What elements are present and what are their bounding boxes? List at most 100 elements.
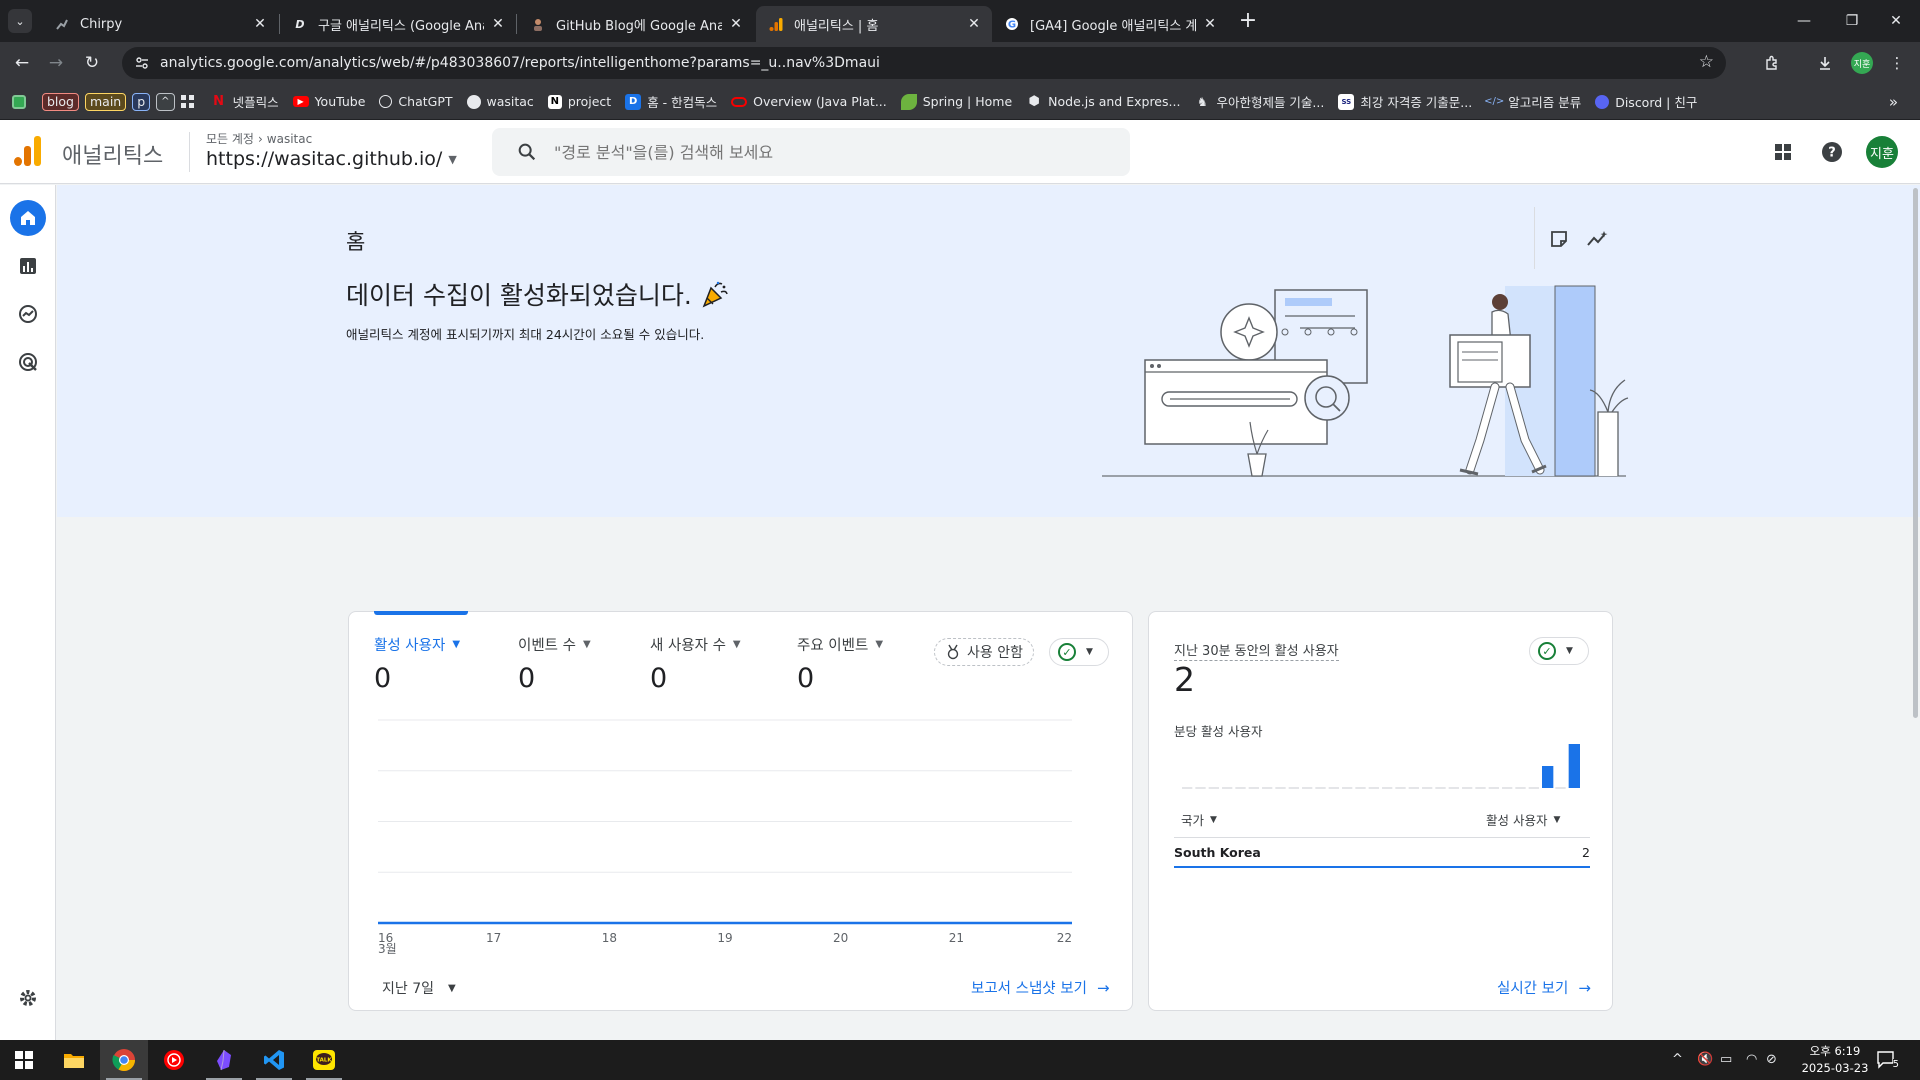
- customize-card-icon[interactable]: [1545, 225, 1573, 253]
- date-range-selector[interactable]: 지난 7일 ▼: [382, 978, 456, 998]
- close-window-icon[interactable]: ✕: [1872, 0, 1920, 42]
- bookmark-item[interactable]: D 홈 - 한컴독스: [625, 92, 717, 111]
- battery-icon[interactable]: ▭: [1720, 1052, 1732, 1067]
- new-tab-button[interactable]: +: [1234, 8, 1262, 36]
- banner-headline: 데이터 수집이 활성화되었습니다.: [346, 276, 730, 312]
- page-scrollbar[interactable]: [1913, 188, 1918, 718]
- taskbar-clock[interactable]: 오후 6:19 2025-03-23: [1790, 1043, 1880, 1077]
- metric-tab-new-users[interactable]: 새 사용자 수 ▼ 0: [650, 634, 741, 694]
- more-bookmarks-icon[interactable]: »: [1889, 93, 1898, 111]
- browser-tab-strip: ⌄ Chirpy ✕ D 구글 애널리틱스 (Google Anal ✕ Git…: [0, 0, 1920, 42]
- notification-center-icon[interactable]: 5: [1875, 1048, 1899, 1072]
- youtube-music-icon[interactable]: [150, 1040, 198, 1080]
- product-name[interactable]: 애널리틱스: [62, 138, 163, 170]
- tab-close-icon[interactable]: ✕: [966, 16, 982, 32]
- bookmark-item[interactable]: </> 알고리즘 분류: [1484, 92, 1581, 111]
- ga-logo-icon[interactable]: [14, 136, 42, 166]
- metric-tab-event-count[interactable]: 이벤트 수 ▼ 0: [518, 634, 591, 694]
- insight-chip[interactable]: 사용 안함: [934, 638, 1034, 666]
- forward-icon[interactable]: →: [42, 49, 70, 77]
- view-realtime-link[interactable]: 실시간 보기 →: [1497, 977, 1591, 998]
- restore-icon[interactable]: ❐: [1828, 0, 1876, 42]
- help-icon[interactable]: ?: [1818, 138, 1846, 166]
- bookmark-item[interactable]: ChatGPT: [379, 94, 453, 109]
- nav-explore-icon[interactable]: [10, 296, 46, 332]
- kakaotalk-icon[interactable]: TALK: [300, 1040, 348, 1080]
- bookmark-group-chip[interactable]: p: [132, 92, 151, 111]
- account-avatar[interactable]: 지훈: [1866, 136, 1898, 168]
- bookmark-item[interactable]: ▶ YouTube: [292, 94, 365, 109]
- browser-tab[interactable]: G [GA4] Google 애널리틱스 계층 ✕: [992, 6, 1228, 42]
- bookmarks-bar: blog main p ^ N 넷플릭스 ▶ YouTube ChatGPT was…: [0, 84, 1920, 120]
- column-header-country[interactable]: 국가 ▼: [1181, 810, 1217, 829]
- back-icon[interactable]: ←: [8, 49, 36, 77]
- tab-close-icon[interactable]: ✕: [728, 16, 744, 32]
- data-quality-chip[interactable]: ✓ ▼: [1049, 638, 1109, 666]
- wifi-icon[interactable]: ◠: [1746, 1052, 1757, 1067]
- browser-tab[interactable]: D 구글 애널리틱스 (Google Anal ✕: [280, 6, 516, 42]
- caret-down-icon: ▼: [582, 639, 591, 650]
- metric-tab-active-users[interactable]: 활성 사용자 ▼ 0: [374, 634, 460, 694]
- property-selector[interactable]: https://wasitac.github.io/ ▼: [206, 148, 457, 170]
- collapse-group-icon[interactable]: ^: [156, 92, 175, 111]
- bookmark-item[interactable]: ♞ 우아한형제들 기술...: [1194, 92, 1324, 111]
- bookmark-group-chip[interactable]: main: [85, 92, 127, 111]
- search-input[interactable]: [554, 142, 1114, 162]
- reload-icon[interactable]: ↻: [78, 49, 106, 77]
- bookmark-label: Spring | Home: [922, 94, 1013, 109]
- tab-search-button[interactable]: ⌄: [8, 9, 32, 33]
- vscode-icon[interactable]: [250, 1040, 298, 1080]
- bookmark-item[interactable]: Spring | Home: [900, 93, 1013, 110]
- tab-close-icon[interactable]: ✕: [252, 16, 268, 32]
- nav-reports-icon[interactable]: [10, 248, 46, 284]
- ga-search-bar[interactable]: [492, 128, 1130, 176]
- insights-icon[interactable]: [1584, 225, 1612, 253]
- address-bar[interactable]: analytics.google.com/analytics/web/#/p48…: [122, 47, 1726, 79]
- obsidian-icon[interactable]: [200, 1040, 248, 1080]
- browser-tab[interactable]: GitHub Blog에 Google Analyti ✕: [518, 6, 754, 42]
- minute-bar[interactable]: [1542, 766, 1554, 788]
- column-header-active-users[interactable]: 활성 사용자 ▼: [1486, 810, 1560, 829]
- volume-muted-icon[interactable]: 🔇: [1697, 1052, 1713, 1067]
- table-row[interactable]: South Korea 2: [1174, 837, 1590, 868]
- browser-profile-avatar[interactable]: 지훈: [1851, 52, 1873, 74]
- chrome-taskbar-icon[interactable]: [100, 1040, 148, 1080]
- realtime-quality-chip[interactable]: ✓ ▼: [1529, 637, 1589, 665]
- bookmark-item[interactable]: SS 최강 자격증 기출문...: [1338, 92, 1472, 111]
- tray-overflow-icon[interactable]: ^: [1672, 1052, 1683, 1067]
- download-icon[interactable]: [1812, 50, 1838, 76]
- apps-icon[interactable]: [180, 94, 195, 109]
- bookmark-star-icon[interactable]: ☆: [1699, 52, 1714, 72]
- account-breadcrumb[interactable]: 모든 계정 › wasitac: [206, 130, 312, 147]
- browser-tab[interactable]: Chirpy ✕: [42, 6, 278, 42]
- network-status-icon[interactable]: ⊘: [1766, 1052, 1777, 1067]
- view-reports-snapshot-link[interactable]: 보고서 스냅샷 보기 →: [971, 977, 1110, 998]
- site-info-icon[interactable]: [134, 55, 150, 71]
- extensions-icon[interactable]: [1759, 50, 1785, 76]
- tab-groups-icon[interactable]: [12, 94, 32, 109]
- minute-bar[interactable]: [1568, 744, 1580, 788]
- bookmark-item[interactable]: Nproject: [547, 94, 611, 109]
- nav-settings-gear-icon[interactable]: [10, 980, 46, 1016]
- file-explorer-icon[interactable]: [50, 1040, 98, 1080]
- bookmark-item[interactable]: ⬢ Node.js and Expres...: [1026, 94, 1180, 110]
- metric-value: 0: [650, 663, 668, 694]
- nav-advertising-icon[interactable]: [10, 344, 46, 380]
- windows-start-icon[interactable]: [0, 1040, 48, 1080]
- minimize-icon[interactable]: —: [1780, 0, 1828, 42]
- browser-tab-active[interactable]: 애널리틱스 | 홈 ✕: [756, 6, 992, 42]
- apps-grid-icon[interactable]: [1769, 138, 1797, 166]
- metric-tab-key-events[interactable]: 주요 이벤트 ▼ 0: [797, 634, 883, 694]
- tab-title: [GA4] Google 애널리틱스 계층: [1030, 18, 1196, 34]
- bookmark-item[interactable]: N 넷플릭스: [211, 92, 278, 111]
- realtime-title[interactable]: 지난 30분 동안의 활성 사용자: [1174, 640, 1339, 661]
- browser-menu-icon[interactable]: ⋮: [1884, 50, 1910, 76]
- bookmark-item[interactable]: wasitac: [466, 94, 534, 109]
- tab-close-icon[interactable]: ✕: [490, 16, 506, 32]
- bookmark-group-chip[interactable]: blog: [42, 92, 79, 111]
- netflix-icon: N: [213, 94, 224, 109]
- nav-home-icon[interactable]: [10, 200, 46, 236]
- tab-close-icon[interactable]: ✕: [1202, 16, 1218, 32]
- bookmark-item[interactable]: Overview (Java Plat...: [731, 94, 887, 109]
- bookmark-item[interactable]: Discord | 친구: [1595, 92, 1697, 111]
